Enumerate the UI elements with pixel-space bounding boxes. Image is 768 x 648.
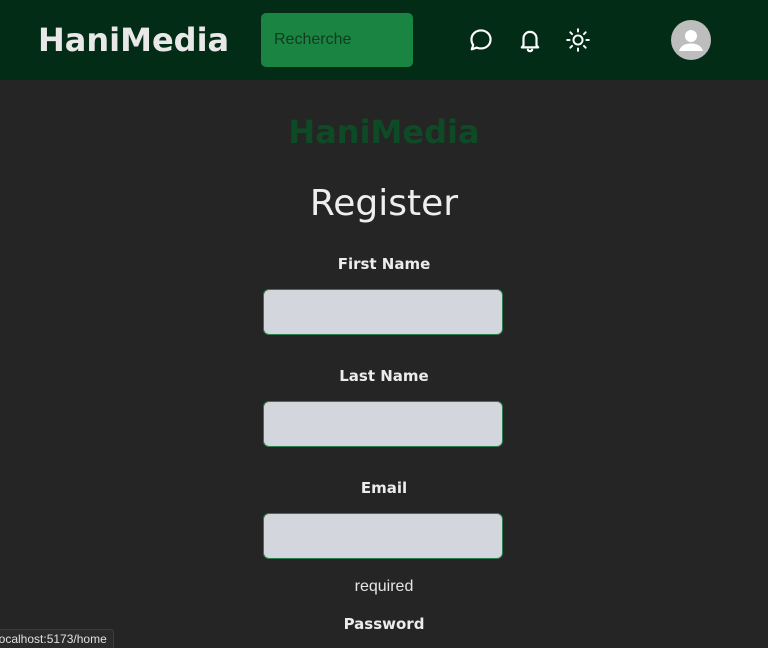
status-bar-url: localhost:5173/home <box>0 629 114 648</box>
brand-logo[interactable]: HaniMedia <box>38 18 229 62</box>
email-helper-text: required <box>354 578 414 595</box>
bell-icon[interactable] <box>517 27 543 53</box>
form-logo: HaniMedia <box>288 113 480 151</box>
first-name-label: First Name <box>337 255 431 273</box>
password-label: Password <box>343 615 425 633</box>
user-icon <box>679 30 703 51</box>
last-name-field[interactable] <box>263 401 503 447</box>
first-name-field[interactable] <box>263 289 503 335</box>
email-label: Email <box>360 479 408 497</box>
email-field[interactable] <box>263 513 503 559</box>
sun-icon[interactable] <box>565 27 591 53</box>
top-navbar: HaniMedia <box>0 0 768 80</box>
page-title: Register <box>309 183 459 224</box>
avatar[interactable] <box>671 20 711 60</box>
chat-bubble-icon[interactable] <box>468 27 494 53</box>
search-input[interactable] <box>261 13 413 67</box>
last-name-label: Last Name <box>339 367 429 385</box>
